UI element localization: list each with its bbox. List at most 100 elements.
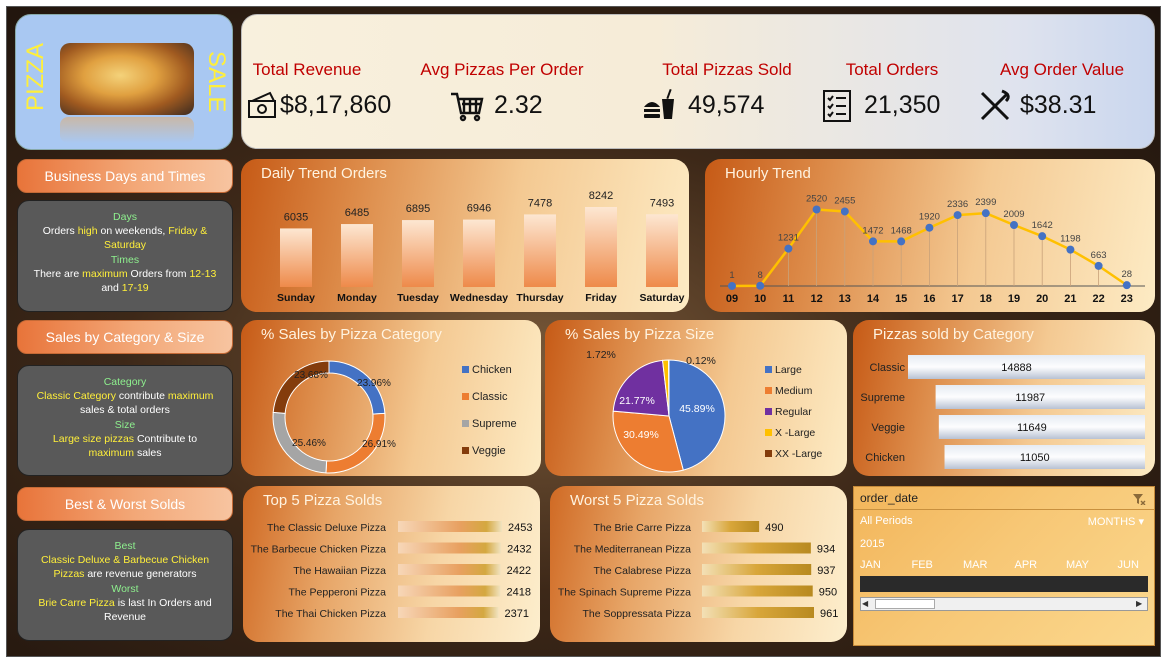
hourly-category-label: 11 — [783, 293, 795, 305]
hourly-category-label: 16 — [923, 293, 935, 305]
slicer-month-apr[interactable]: APR — [1015, 559, 1038, 571]
worst5-svg-label: The Soppressata Pizza — [582, 608, 691, 620]
size-legend-swatch — [765, 450, 772, 457]
hourly-point — [925, 223, 934, 232]
category-pie-title: % Sales by Pizza Category — [261, 326, 442, 343]
top5-svg-bar — [398, 564, 501, 575]
hourly-point — [1038, 232, 1047, 241]
hourly-point — [981, 209, 990, 218]
hourly-point — [1066, 245, 1075, 254]
category-sold-title: Pizzas sold by Category — [873, 326, 1034, 343]
category-sold-label: Classic — [870, 362, 906, 374]
hourly-trend-panel: Hourly Trend 1 09 8 10 1231 11 2520 12 2455 13 147… — [705, 159, 1155, 312]
slicer-month-mar[interactable]: MAR — [963, 559, 987, 571]
top5-svg-value: 2418 — [507, 587, 531, 599]
business-days-box: Days Orders high on weekends, Friday & Sat… — [17, 200, 233, 312]
worst5-svg-bar — [702, 585, 813, 597]
size-legend-label: Large — [775, 364, 802, 376]
hourly-point — [756, 281, 765, 290]
hourly-category-label: 22 — [1092, 293, 1104, 305]
hourly-point — [897, 237, 906, 246]
side-text-line: There are maximum Orders from 12-13 — [24, 267, 226, 281]
side-text-segment: sales & total orders — [80, 404, 170, 417]
top5-svg-value: 2453 — [508, 522, 532, 534]
daily-category-label: Sunday — [277, 292, 315, 304]
scroll-right-icon[interactable]: ▶ — [1136, 599, 1146, 609]
side-text-segment: There are — [33, 267, 83, 280]
category-slice-label: 23.96% — [357, 378, 391, 389]
slicer-month-feb[interactable]: FEB — [912, 559, 933, 571]
category-sold-label: Supreme — [860, 392, 905, 404]
top5-svg-value: 2371 — [505, 608, 529, 620]
side-text-segment: maximum — [167, 390, 214, 403]
category-legend-label: Classic — [472, 391, 508, 403]
size-slice-label: 1.72% — [586, 349, 616, 361]
hourly-trend-title: Hourly Trend — [725, 165, 811, 182]
daily-bar — [585, 207, 617, 287]
hourly-category-label: 10 — [754, 293, 766, 305]
hourly-value-label: 1642 — [1032, 220, 1053, 231]
kpi-value-pizzas-sold: 49,574 — [688, 91, 765, 119]
kpi-label-revenue: Total Revenue — [252, 60, 362, 79]
hourly-category-label: 18 — [980, 293, 992, 305]
top5-svg-label: The Classic Deluxe Pizza — [267, 522, 386, 534]
slicer-month-may[interactable]: MAY — [1066, 559, 1089, 571]
logo-left-text: PIZZA — [22, 42, 49, 111]
worst5-svg-label: The Mediterranean Pizza — [574, 544, 691, 556]
slicer-timeline-bar[interactable] — [860, 576, 1148, 592]
worst5-svg-bar — [702, 521, 760, 532]
category-sold-label: Veggie — [871, 422, 905, 434]
top5-panel: Top 5 Pizza Solds 2453 The Classic Deluxe… — [243, 486, 540, 642]
slicer-month-jun[interactable]: JUN — [1118, 559, 1139, 571]
worst5-svg-label: The Calabrese Pizza — [594, 565, 692, 577]
scroll-thumb[interactable] — [875, 599, 935, 609]
kpi-label-aov: Avg Order Value — [999, 60, 1125, 79]
hourly-point — [812, 205, 821, 214]
hourly-point — [1122, 281, 1131, 290]
side-text-segment: is last In Orders and — [114, 596, 212, 609]
hourly-category-label: 14 — [867, 293, 880, 305]
clear-filter-icon[interactable] — [1132, 493, 1146, 505]
side-text-segment: and — [101, 282, 122, 295]
hourly-category-label: 21 — [1064, 293, 1076, 305]
daily-bar — [646, 214, 678, 287]
side-text-line: Times — [24, 253, 226, 267]
category-legend-label: Supreme — [472, 418, 517, 430]
side-text-line: Pizzas are revenue generators — [24, 567, 226, 581]
chevron-down-icon: ▾ — [1138, 516, 1144, 528]
side-text-line: Classic Category contribute maximum — [24, 389, 226, 403]
worst5-svg-bar — [702, 607, 814, 618]
side-text-segment: maximum — [88, 447, 135, 460]
daily-trend-title: Daily Trend Orders — [261, 165, 387, 182]
slicer-period-label: All Periods — [860, 515, 913, 527]
daily-bar — [341, 224, 373, 287]
date-slicer[interactable]: order_date All Periods MONTHS ▾ 2015 JAN… — [853, 486, 1155, 646]
kpi-value-aov: $38.31 — [1020, 91, 1097, 119]
side-text-segment: on weekends, — [97, 225, 169, 238]
pizza-photo — [60, 43, 194, 115]
side-text-line: Orders high on weekends, Friday & — [24, 224, 226, 238]
side-text-segment: Revenue — [103, 611, 147, 624]
daily-value-label: 6485 — [345, 207, 369, 219]
side-text-segment: Classic Deluxe & Barbecue Chicken — [40, 554, 210, 567]
side-text-line: Classic Deluxe & Barbecue Chicken — [24, 553, 226, 567]
daily-category-label: Thursday — [516, 292, 563, 304]
worst5-title: Worst 5 Pizza Solds — [570, 492, 704, 509]
hourly-value-label: 2009 — [1003, 209, 1024, 220]
side-text-line: Size — [24, 418, 226, 432]
daily-bar — [280, 228, 312, 287]
category-legend-label: Veggie — [472, 445, 506, 457]
hourly-point — [953, 211, 962, 220]
top5-svg-label: The Hawaiian Pizza — [293, 565, 386, 577]
pizza-reflection — [60, 117, 194, 143]
size-pie-slice — [612, 359, 670, 417]
side-text-segment: Size — [114, 418, 136, 431]
side-text-segment: contribute — [115, 390, 168, 403]
slicer-scrollbar[interactable]: ◀ ▶ — [860, 597, 1148, 611]
category-slice-label: 23.68% — [294, 370, 328, 381]
slicer-month-jan[interactable]: JAN — [860, 559, 881, 571]
slicer-unit-dropdown[interactable]: MONTHS ▾ — [1088, 515, 1144, 528]
side-text-line: Days — [24, 210, 226, 224]
category-sold-value: 11050 — [1020, 452, 1050, 464]
scroll-left-icon[interactable]: ◀ — [862, 599, 872, 609]
